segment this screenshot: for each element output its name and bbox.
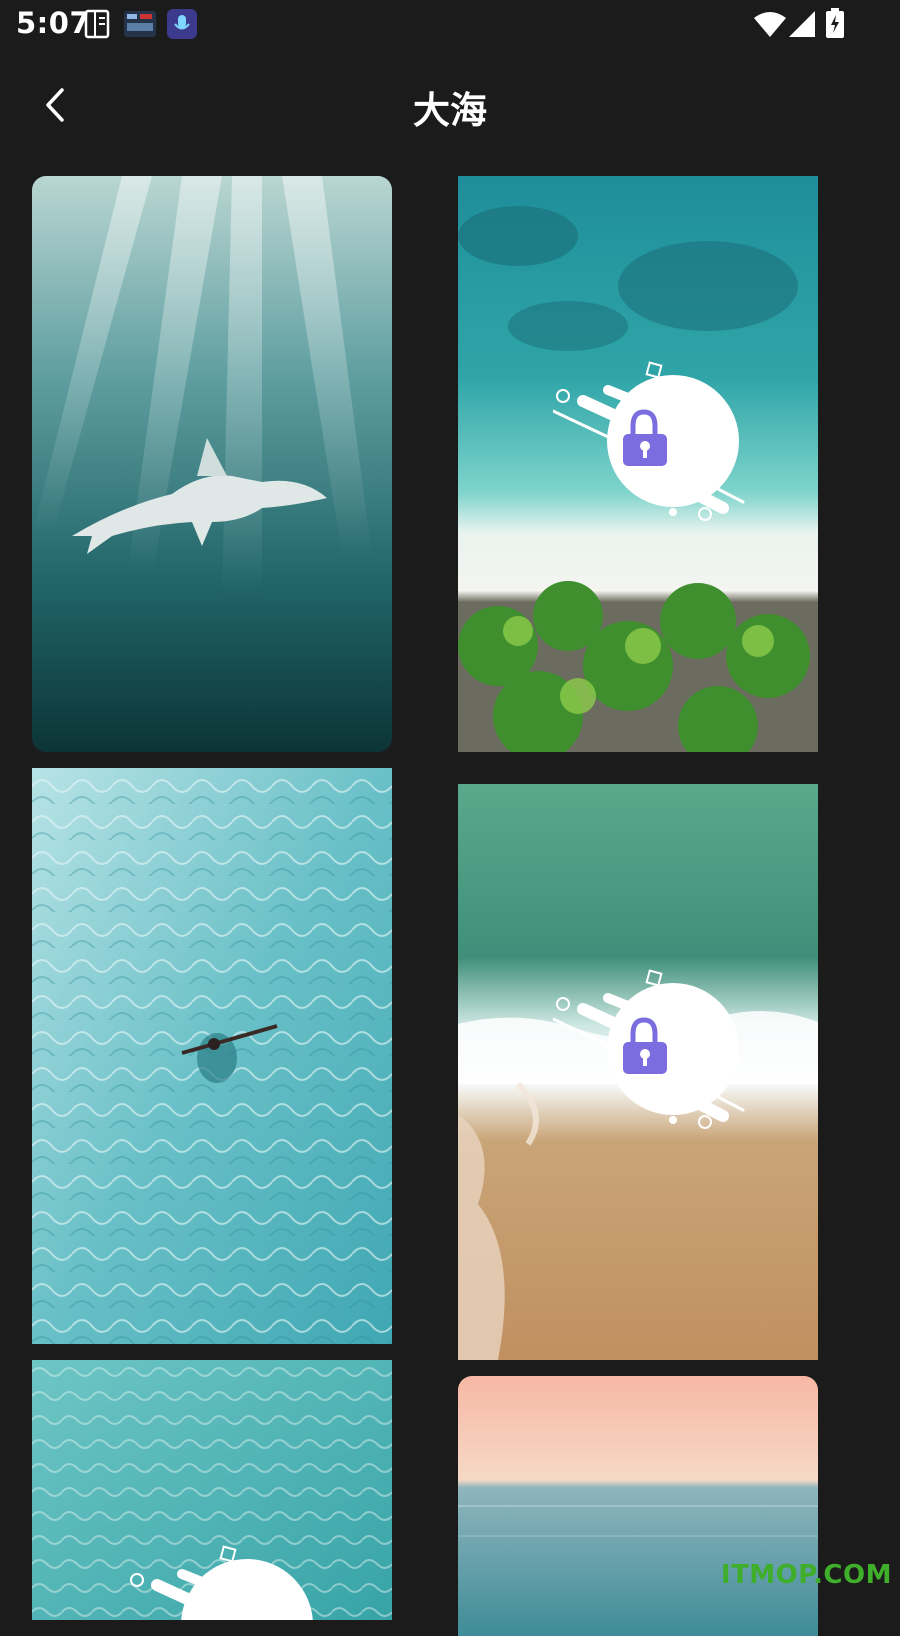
wallpaper-image (32, 176, 392, 752)
watermark: ITMOP.COM (720, 1560, 892, 1590)
wallpaper-tile-waves[interactable] (458, 784, 818, 1360)
lock-badge (553, 361, 745, 521)
wallpaper-image (32, 768, 392, 1344)
signal-icon (789, 11, 815, 37)
wallpaper-tile-shark[interactable] (32, 176, 392, 752)
page-title: 大海 (413, 89, 487, 132)
wallpaper-tile-swimmer[interactable] (32, 768, 392, 1344)
clock-widget-icon (124, 11, 156, 37)
wallpaper-tile-beach[interactable] (458, 176, 818, 752)
voice-recorder-icon (167, 9, 197, 39)
header: 大海 (0, 60, 900, 150)
wallpaper-image (458, 1376, 818, 1636)
battery-charging-icon (826, 8, 844, 38)
wifi-icon (754, 12, 786, 37)
lock-badge (553, 969, 745, 1129)
lock-badge (130, 1545, 313, 1620)
wallpaper-tile-shallow[interactable] (32, 1360, 392, 1620)
wallpaper-tile-sunset[interactable] (458, 1376, 818, 1636)
book-icon (84, 9, 110, 39)
status-time: 5:07 (16, 6, 91, 40)
status-bar: 5:07 (0, 0, 900, 48)
